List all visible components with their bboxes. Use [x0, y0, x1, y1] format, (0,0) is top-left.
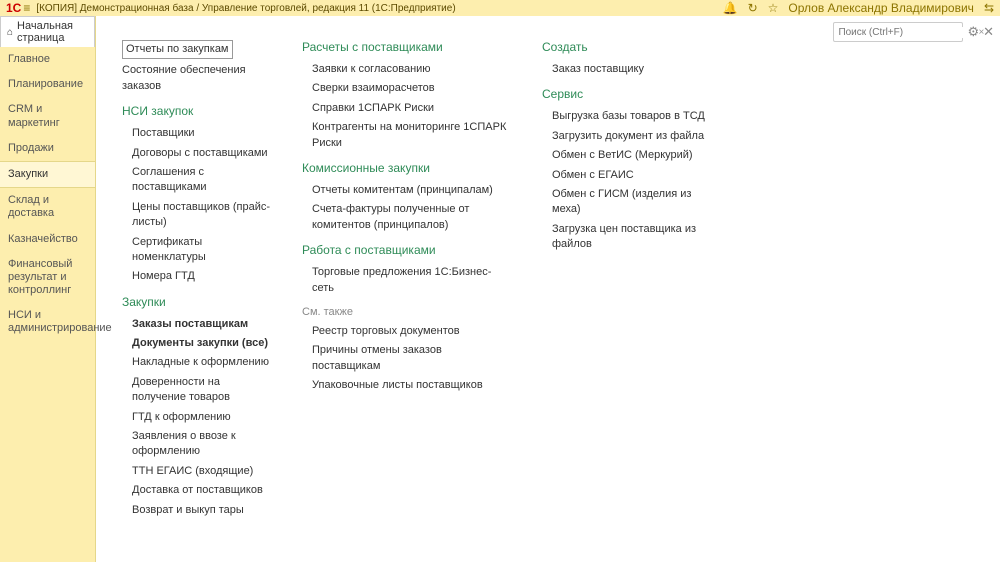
link-packing-lists[interactable]: Упаковочные листы поставщиков [302, 376, 512, 395]
sidebar-item-sales[interactable]: Продажи [0, 136, 95, 161]
link-gism[interactable]: Обмен с ГИСМ (изделия из меха) [542, 185, 707, 220]
link-purchase-docs[interactable]: Документы закупки (все) [122, 334, 272, 353]
content-toolbar: × ⚙ ✕ [833, 22, 994, 42]
link-approval-requests[interactable]: Заявки к согласованию [302, 60, 512, 79]
settings-icon[interactable]: ⇆ [984, 1, 994, 15]
sidebar-item-main[interactable]: Главное [0, 47, 95, 72]
link-reports-purchases[interactable]: Отчеты по закупкам [122, 40, 233, 59]
section-commission[interactable]: Комиссионные закупки [302, 161, 512, 175]
link-invoices-received[interactable]: Счета-фактуры полученные от комитентов (… [302, 200, 512, 235]
link-create-order[interactable]: Заказ поставщику [542, 60, 707, 79]
sidebar-item-planning[interactable]: Планирование [0, 72, 95, 97]
window-title: [КОПИЯ] Демонстрационная база / Управлен… [36, 3, 722, 14]
link-egais[interactable]: Обмен с ЕГАИС [542, 166, 707, 185]
link-gtd-pending[interactable]: ГТД к оформлению [122, 408, 272, 427]
sidebar-item-crm[interactable]: CRM и маркетинг [0, 97, 95, 135]
link-export-tsd[interactable]: Выгрузка базы товаров в ТСД [542, 107, 707, 126]
link-trade-registry[interactable]: Реестр торговых документов [302, 322, 512, 341]
sidebar: ⌂ Начальная страница Главное Планировани… [0, 16, 96, 562]
user-name[interactable]: Орлов Александр Владимирович [788, 1, 974, 15]
link-ttn-egais[interactable]: ТТН ЕГАИС (входящие) [122, 462, 272, 481]
link-suppliers[interactable]: Поставщики [122, 124, 272, 143]
search-box[interactable]: × [833, 22, 963, 42]
link-spark-monitoring[interactable]: Контрагенты на мониторинге 1СПАРК Риски [302, 118, 512, 153]
section-purchases[interactable]: Закупки [122, 295, 272, 309]
section-settlements[interactable]: Расчеты с поставщиками [302, 40, 512, 54]
hamburger-icon[interactable]: ≡ [23, 1, 30, 15]
titlebar-right: 🔔 ↻ ☆ Орлов Александр Владимирович ⇆ [723, 1, 994, 15]
column-3: Создать Заказ поставщику Сервис Выгрузка… [542, 40, 707, 520]
gear-icon[interactable]: ⚙ [967, 24, 979, 40]
sidebar-item-admin[interactable]: НСИ и администрирование [0, 303, 95, 341]
link-supplier-agreements[interactable]: Соглашения с поставщиками [122, 163, 272, 198]
link-import-statements[interactable]: Заявления о ввозе к оформлению [122, 427, 272, 462]
link-orders-suppliers[interactable]: Заказы поставщикам [122, 315, 272, 334]
link-trade-offers[interactable]: Торговые предложения 1С:Бизнес-сеть [302, 263, 512, 298]
link-reconciliations[interactable]: Сверки взаиморасчетов [302, 79, 512, 98]
close-icon[interactable]: ✕ [983, 24, 994, 40]
link-supplier-contracts[interactable]: Договоры с поставщиками [122, 144, 272, 163]
link-return-tare[interactable]: Возврат и выкуп тары [122, 501, 272, 520]
link-cancel-reasons[interactable]: Причины отмены заказов поставщикам [302, 341, 512, 376]
main-content: × ⚙ ✕ Отчеты по закупкам Состояние обесп… [96, 16, 1000, 562]
sidebar-item-finance[interactable]: Финансовый результат и контроллинг [0, 252, 95, 304]
see-also-label: См. также [302, 306, 512, 318]
sidebar-item-purchases[interactable]: Закупки [0, 161, 95, 188]
home-icon: ⌂ [7, 27, 13, 38]
link-spark-reports[interactable]: Справки 1СПАРК Риски [302, 99, 512, 118]
column-2: Расчеты с поставщиками Заявки к согласов… [302, 40, 512, 520]
sidebar-item-warehouse[interactable]: Склад и доставка [0, 188, 95, 226]
link-supplier-prices[interactable]: Цены поставщиков (прайс-листы) [122, 198, 272, 233]
link-delivery[interactable]: Доставка от поставщиков [122, 481, 272, 500]
link-load-prices[interactable]: Загрузка цен поставщика из файлов [542, 220, 707, 255]
title-bar: 1С ≡ [КОПИЯ] Демонстрационная база / Упр… [0, 0, 1000, 16]
link-committee-reports[interactable]: Отчеты комитентам (принципалам) [302, 181, 512, 200]
section-service[interactable]: Сервис [542, 87, 707, 101]
bell-icon[interactable]: 🔔 [723, 1, 738, 15]
link-certificates[interactable]: Сертификаты номенклатуры [122, 233, 272, 268]
sidebar-item-treasury[interactable]: Казначейство [0, 227, 95, 252]
section-nsi-purchases[interactable]: НСИ закупок [122, 104, 272, 118]
section-supplier-work[interactable]: Работа с поставщиками [302, 243, 512, 257]
link-gtd-numbers[interactable]: Номера ГТД [122, 267, 272, 286]
home-tab-label: Начальная страница [17, 20, 88, 44]
search-input[interactable] [834, 27, 974, 38]
home-tab[interactable]: ⌂ Начальная страница [0, 16, 95, 47]
link-supply-status[interactable]: Состояние обеспечения заказов [122, 61, 272, 96]
link-vetis[interactable]: Обмен с ВетИС (Меркурий) [542, 146, 707, 165]
app-logo: 1С [6, 1, 21, 15]
section-create[interactable]: Создать [542, 40, 707, 54]
history-icon[interactable]: ↻ [748, 1, 758, 15]
link-powers-attorney[interactable]: Доверенности на получение товаров [122, 373, 272, 408]
link-load-doc[interactable]: Загрузить документ из файла [542, 127, 707, 146]
star-icon[interactable]: ☆ [768, 1, 779, 15]
link-invoices-pending[interactable]: Накладные к оформлению [122, 353, 272, 372]
column-1: Отчеты по закупкам Состояние обеспечения… [122, 40, 272, 520]
